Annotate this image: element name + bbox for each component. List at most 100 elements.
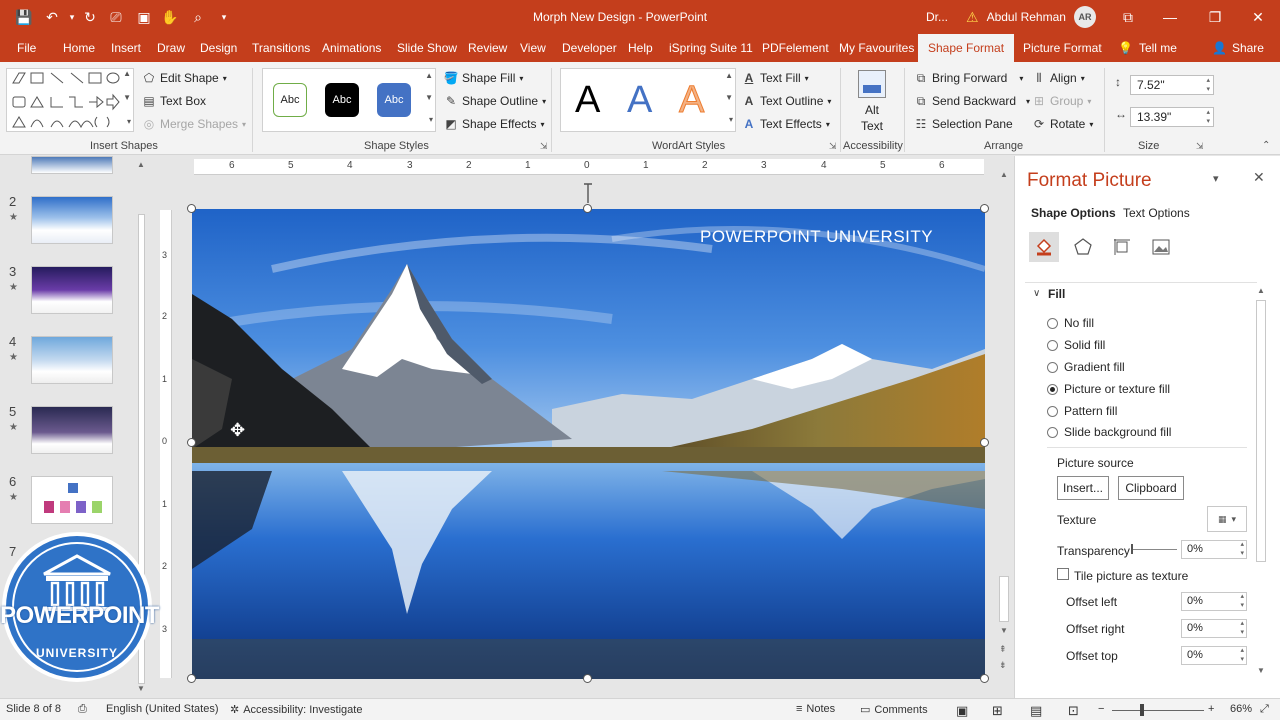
resize-handle-right[interactable] <box>980 438 989 447</box>
tab-home[interactable]: Home <box>63 34 95 62</box>
notes-button[interactable]: ≡ Notes <box>796 703 835 715</box>
zoom-level[interactable]: 66% <box>1230 703 1252 715</box>
undo-dropdown-icon[interactable]: ▾ <box>62 7 82 27</box>
tab-text-options[interactable]: Text Options <box>1123 206 1190 220</box>
radio-solid-fill[interactable]: Solid fill <box>1047 338 1105 352</box>
zoom-slider-thumb[interactable] <box>1140 704 1144 716</box>
account-area[interactable]: ⚠ Abdul Rehman AR <box>966 0 1096 34</box>
tab-picture-format[interactable]: Picture Format <box>1023 34 1102 62</box>
radio-slide-background-fill[interactable]: Slide background fill <box>1047 425 1171 439</box>
slide-thumbnail-3[interactable] <box>31 266 113 314</box>
text-effects-button[interactable]: A Text Effects ▾ <box>742 114 830 134</box>
pane-scrollbar[interactable]: ▲ ▼ <box>1255 286 1267 681</box>
mountain-lake-picture[interactable] <box>192 209 985 679</box>
gallery-more-icon[interactable]: ▾ <box>127 117 131 126</box>
tab-file[interactable]: File <box>17 34 36 62</box>
texture-picker[interactable]: ▦ ▾ <box>1207 506 1247 532</box>
gallery-up-icon[interactable]: ▲ <box>123 69 131 78</box>
styles-up-icon[interactable]: ▲ <box>425 71 433 80</box>
tab-my-favourites[interactable]: My Favourites <box>839 34 914 62</box>
zoom-slider[interactable] <box>1112 710 1204 711</box>
undo-icon[interactable]: ↶ <box>42 7 62 27</box>
rotate-handle[interactable] <box>583 181 593 203</box>
ribbon-display-icon[interactable]: ⧉ <box>1106 0 1150 34</box>
language-indicator[interactable]: English (United States) <box>106 703 219 715</box>
height-input[interactable]: 7.52" ▴ ▾ <box>1130 75 1214 95</box>
radio-pattern-fill[interactable]: Pattern fill <box>1047 404 1117 418</box>
shape-effects-button[interactable]: ◩ Shape Effects ▾ <box>444 114 544 134</box>
slideshow-icon[interactable]: ▣ <box>134 7 154 27</box>
resize-handle-tl[interactable] <box>187 204 196 213</box>
accessibility-status[interactable]: ✲ Accessibility: Investigate <box>230 703 362 717</box>
shapes-gallery[interactable]: ▲ ▼ ▾ <box>6 68 134 132</box>
resize-handle-br[interactable] <box>980 674 989 683</box>
wordart-gallery[interactable]: A A A ▲ ▼ ▾ <box>560 68 736 132</box>
print-preview-icon[interactable]: ⌕ <box>188 7 208 27</box>
tab-animations[interactable]: Animations <box>322 34 381 62</box>
resize-handle-bl[interactable] <box>187 674 196 683</box>
maximize-icon[interactable]: ❐ <box>1193 0 1237 34</box>
align-button[interactable]: ⫴ Align ▾ <box>1032 68 1084 88</box>
tab-review[interactable]: Review <box>468 34 507 62</box>
resize-handle-bottom[interactable] <box>583 674 592 683</box>
wordart-up-icon[interactable]: ▲ <box>725 71 733 80</box>
shape-styles-gallery[interactable]: Abc Abc Abc ▲ ▼ ▾ <box>262 68 436 132</box>
alt-text-button[interactable]: Alt Text <box>850 68 894 134</box>
pane-scroll-thumb[interactable] <box>1256 300 1266 562</box>
tab-view[interactable]: View <box>520 34 546 62</box>
tab-help[interactable]: Help <box>628 34 653 62</box>
wordart-style-2[interactable]: A <box>627 79 652 122</box>
pane-close-icon[interactable]: ✕ <box>1253 169 1265 186</box>
slide-caption-text[interactable]: POWERPOINT UNIVERSITY <box>700 227 933 247</box>
fill-line-icon[interactable] <box>1029 232 1059 262</box>
offset-right-input[interactable]: 0% <box>1181 619 1247 638</box>
edit-shape-button[interactable]: ⬠ Edit Shape ▾ <box>142 68 227 88</box>
slide-thumbnail-5[interactable] <box>31 406 113 454</box>
transparency-slider[interactable] <box>1133 549 1177 550</box>
tab-shape-format[interactable]: Shape Format <box>918 34 1015 62</box>
redo-icon[interactable]: ↻ <box>80 7 100 27</box>
resize-handle-tr[interactable] <box>980 204 989 213</box>
offset-top-input[interactable]: 0% <box>1181 646 1247 665</box>
tab-transitions[interactable]: Transitions <box>252 34 310 62</box>
radio-gradient-fill[interactable]: Gradient fill <box>1047 360 1125 374</box>
zoom-in-icon[interactable]: + <box>1208 703 1214 715</box>
collapse-ribbon-icon[interactable]: ⌃ <box>1262 140 1270 151</box>
offset-left-input[interactable]: 0% <box>1181 592 1247 611</box>
transparency-input[interactable]: 0% <box>1181 540 1247 559</box>
collapse-fill-icon[interactable]: ∨ <box>1033 288 1040 299</box>
radio-picture-texture-fill[interactable]: Picture or texture fill <box>1047 382 1170 396</box>
resize-handle-left[interactable] <box>187 438 196 447</box>
fit-slide-icon[interactable]: ⤢ <box>1260 703 1269 716</box>
text-fill-button[interactable]: A Text Fill ▾ <box>742 68 809 88</box>
reading-view-icon[interactable]: ▤ <box>1030 703 1042 719</box>
shape-style-1[interactable]: Abc <box>273 83 307 117</box>
tab-shape-options[interactable]: Shape Options <box>1031 206 1116 220</box>
picture-icon[interactable] <box>1146 232 1176 262</box>
zoom-out-icon[interactable]: − <box>1098 703 1104 715</box>
minimize-icon[interactable]: — <box>1148 0 1192 34</box>
tell-me[interactable]: 💡 Tell me <box>1118 34 1177 62</box>
wordart-launcher-icon[interactable]: ⇲ <box>829 141 837 152</box>
selection-pane-button[interactable]: ☷ Selection Pane <box>914 114 1013 134</box>
normal-view-icon[interactable]: ▣ <box>956 703 968 719</box>
present-icon[interactable]: ⎚ <box>106 7 126 27</box>
size-properties-icon[interactable] <box>1107 232 1137 262</box>
wordart-more-icon[interactable]: ▾ <box>729 115 733 124</box>
slide-sorter-icon[interactable]: ⊞ <box>992 703 1003 719</box>
shape-style-3[interactable]: Abc <box>377 83 411 117</box>
styles-more-icon[interactable]: ▾ <box>429 115 433 124</box>
pane-options-icon[interactable]: ▾ <box>1213 172 1219 185</box>
size-launcher-icon[interactable]: ⇲ <box>1196 141 1204 152</box>
styles-down-icon[interactable]: ▼ <box>425 93 433 102</box>
shape-fill-button[interactable]: 🪣 Shape Fill ▾ <box>444 68 524 88</box>
wordart-style-3[interactable]: A <box>678 79 704 122</box>
wordart-style-1[interactable]: A <box>575 79 600 122</box>
transparency-slider-thumb[interactable] <box>1131 544 1133 554</box>
bring-forward-button[interactable]: ⧉ Bring Forward ▾ <box>914 68 1024 88</box>
tile-checkbox[interactable] <box>1057 568 1069 580</box>
slideshow-view-icon[interactable]: ⊡ <box>1068 703 1079 719</box>
radio-no-fill[interactable]: No fill <box>1047 316 1094 330</box>
fill-section-header[interactable]: Fill <box>1048 287 1065 301</box>
share-button[interactable]: 👤 Share <box>1212 34 1264 62</box>
